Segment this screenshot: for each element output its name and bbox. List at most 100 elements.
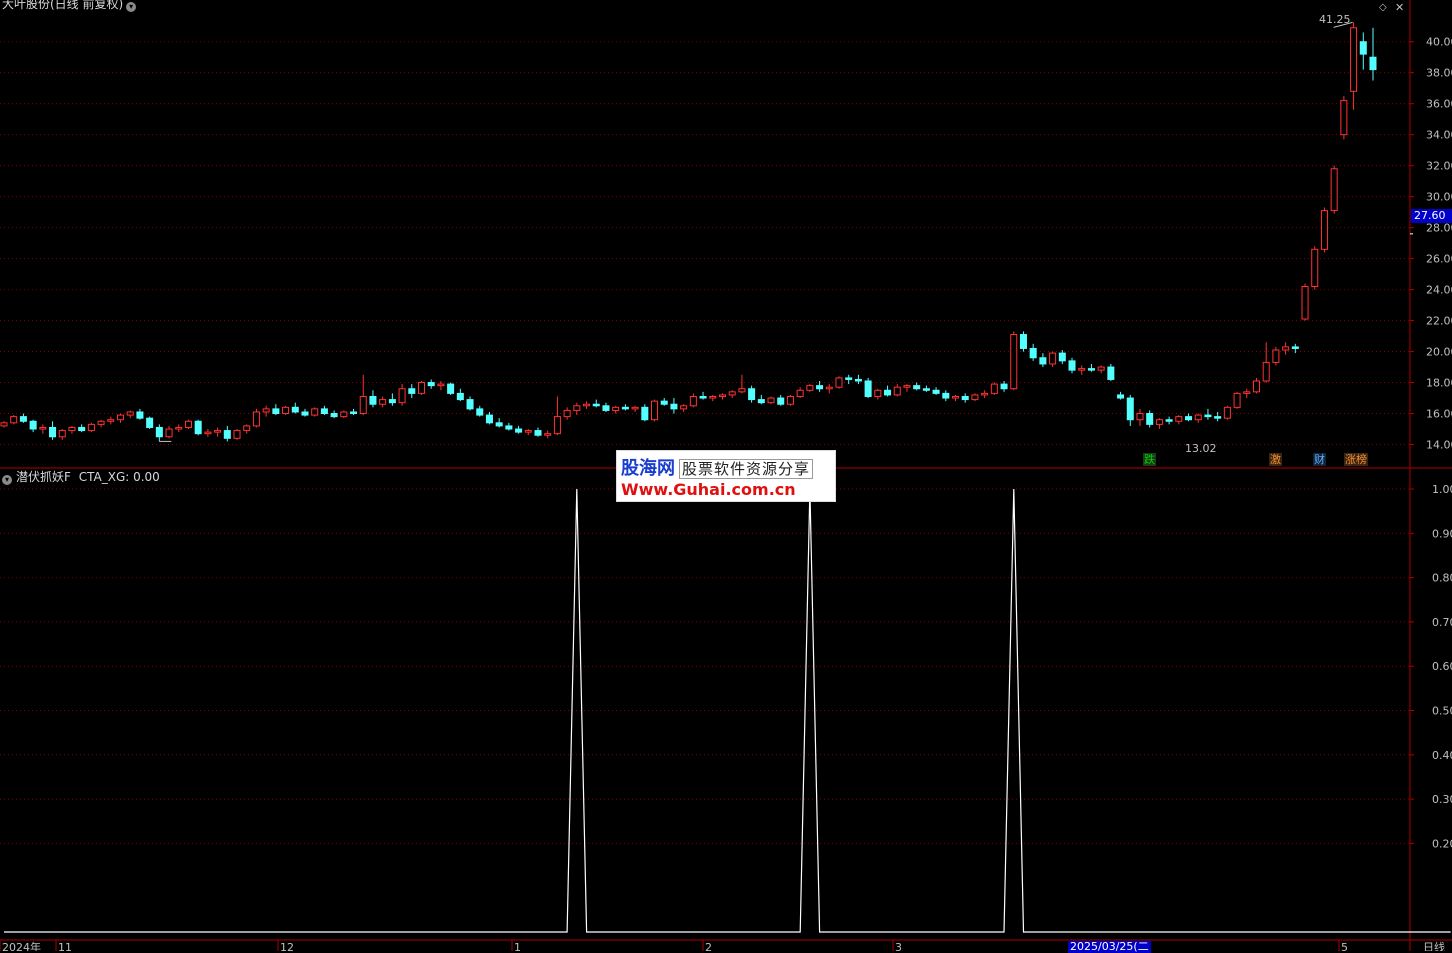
chevron-down-icon[interactable]: ▾ — [2, 475, 12, 485]
candle-body — [922, 388, 930, 391]
candle-body — [796, 389, 804, 397]
price-tick-label: 30.00 — [1426, 191, 1452, 204]
candle-body — [1000, 383, 1008, 390]
candle-body — [39, 426, 47, 430]
candle-body — [1185, 416, 1193, 421]
candle-body — [1194, 414, 1202, 421]
candle-body — [194, 420, 202, 435]
candle-body — [612, 406, 620, 411]
badge-die[interactable]: 跌 — [1143, 453, 1156, 466]
candle-body — [388, 399, 396, 404]
candle-body — [398, 388, 406, 404]
candle-body — [951, 395, 960, 399]
candle-body — [786, 395, 794, 405]
candle-body — [1117, 394, 1125, 399]
candle-body — [1087, 368, 1095, 371]
indicator-tick-label: 0.70 — [1432, 616, 1452, 629]
candle-body — [1252, 380, 1260, 393]
badge-ji[interactable]: 激 — [1269, 453, 1282, 466]
candle-body — [874, 389, 882, 397]
candle-body — [913, 385, 921, 390]
candle-body — [777, 397, 785, 405]
candle-body — [340, 411, 348, 418]
candle-body — [184, 420, 192, 428]
candle-body — [1350, 27, 1358, 92]
candle-body — [10, 416, 18, 424]
candle-body — [524, 430, 532, 433]
candle-body — [854, 378, 862, 382]
candle-body — [1214, 416, 1222, 419]
candle-body — [835, 377, 843, 388]
candle-body — [651, 400, 659, 421]
x-tick-label: 11 — [58, 941, 72, 951]
indicator-tick-label: 0.30 — [1432, 793, 1452, 806]
candle-body — [350, 411, 358, 415]
candle-body — [903, 385, 911, 388]
candle-body — [699, 395, 707, 399]
candle-body — [155, 426, 163, 438]
candle-body — [204, 431, 212, 435]
candle-body — [87, 423, 95, 432]
indicator-tick-label: 0.40 — [1432, 749, 1452, 762]
candle-body — [330, 413, 338, 418]
candle-body — [408, 388, 416, 394]
candle-body — [660, 400, 668, 405]
chevron-down-icon[interactable]: ▾ — [126, 2, 137, 12]
candle-body — [1262, 361, 1270, 382]
candle-body — [845, 377, 853, 380]
candle-body — [1029, 347, 1037, 359]
candle-body — [29, 420, 37, 430]
watermark-line1: 股海网 — [621, 458, 675, 479]
x-tick-label: 1 — [514, 941, 521, 951]
close-icon: ✕ — [1395, 1, 1404, 14]
high-price-label: 41.25 — [1319, 13, 1351, 26]
candle-body — [553, 416, 561, 435]
candle-body — [437, 383, 445, 387]
candle-body — [427, 382, 435, 387]
price-tick-label: 18.00 — [1426, 377, 1452, 390]
candle-body — [1320, 210, 1328, 250]
candle-body — [884, 389, 892, 396]
candle-body — [243, 425, 251, 432]
candle-body — [49, 426, 57, 438]
candle-body — [893, 386, 901, 396]
badge-cai[interactable]: 财 — [1313, 453, 1326, 466]
badge-zhangbang[interactable]: 涨榜 — [1344, 453, 1368, 466]
candle-body — [1223, 406, 1231, 419]
candle-body — [1049, 352, 1057, 365]
candle-body — [379, 399, 387, 405]
candle-body — [563, 409, 571, 418]
candle-body — [680, 405, 688, 410]
candle-body — [515, 428, 523, 433]
candle-body — [631, 406, 639, 410]
candle-body — [456, 392, 464, 401]
candle-body — [709, 395, 717, 399]
candle-body — [1243, 391, 1251, 394]
price-panel-header: 大叶股份(日线 前复权) ▾ — [2, 0, 137, 12]
watermark-logo: 股海网 股票软件资源分享 Www.Guhai.com.cn — [616, 450, 836, 502]
candle-body — [641, 406, 649, 421]
candle-body — [592, 403, 600, 407]
candle-body — [214, 430, 222, 433]
candle-body — [0, 422, 8, 427]
candle-body — [68, 426, 76, 432]
candle-body — [1330, 168, 1338, 212]
candle-body — [146, 417, 154, 428]
candle-body — [1058, 352, 1066, 362]
candle-body — [320, 408, 328, 415]
candle-body — [417, 382, 426, 394]
candle-body — [971, 394, 979, 401]
candle-body — [1165, 419, 1173, 422]
candle-body — [369, 395, 377, 405]
price-tick-label: 28.00 — [1426, 222, 1452, 235]
candle-body — [1291, 346, 1299, 349]
x-tick-label: 5 — [1341, 941, 1348, 951]
candle-body — [97, 420, 105, 425]
candle-body — [602, 405, 610, 411]
candle-body — [107, 419, 115, 422]
candle-body — [311, 408, 319, 416]
current-price-label: 27.60 — [1411, 209, 1452, 223]
candle-body — [476, 408, 484, 416]
candle-body — [1126, 397, 1134, 421]
candle-body — [1301, 285, 1309, 320]
